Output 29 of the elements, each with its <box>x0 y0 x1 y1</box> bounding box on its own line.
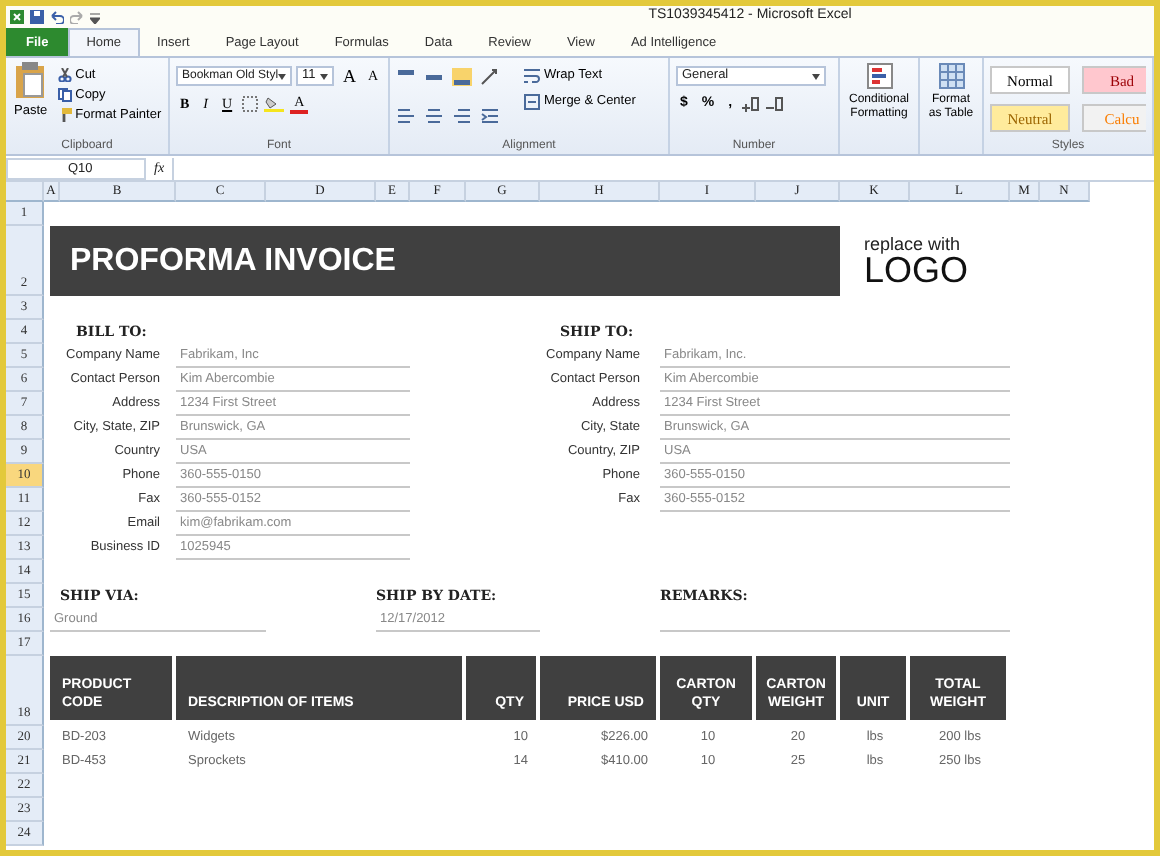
excel-icon[interactable] <box>10 9 24 23</box>
horizontal-align-icon[interactable] <box>396 107 416 125</box>
paintbrush-icon <box>57 108 72 122</box>
invoice-title: PROFORMA INVOICE <box>50 226 840 296</box>
clipboard-icon <box>14 62 47 98</box>
customize-caret-icon[interactable] <box>90 9 100 23</box>
grow-font-button[interactable]: A <box>338 66 360 86</box>
indent-icon[interactable] <box>480 107 500 125</box>
table-icon <box>937 62 965 90</box>
merge-icon <box>524 93 540 109</box>
scissors-icon <box>57 68 72 82</box>
decrease-decimal-icon[interactable] <box>766 96 785 112</box>
wrap-text-icon <box>524 67 540 83</box>
horizontal-align-icon[interactable] <box>452 107 472 125</box>
logo-text: LOGO <box>864 253 971 287</box>
copy-icon <box>57 88 72 102</box>
save-icon[interactable] <box>30 9 44 23</box>
dropdown-caret-icon <box>320 73 329 79</box>
increase-decimal-icon[interactable] <box>742 96 761 112</box>
dropdown-caret-icon <box>278 73 286 79</box>
dropdown-caret-icon <box>812 73 820 79</box>
horizontal-align-icon[interactable] <box>424 107 444 125</box>
logo-caption: replace with <box>864 235 961 253</box>
conditional-formatting-icon <box>865 62 893 90</box>
undo-icon[interactable] <box>50 9 64 23</box>
vertical-align-icon[interactable] <box>452 68 472 86</box>
borders-icon[interactable] <box>242 96 259 112</box>
fill-color-icon[interactable] <box>264 96 285 112</box>
orientation-icon[interactable] <box>480 68 500 86</box>
